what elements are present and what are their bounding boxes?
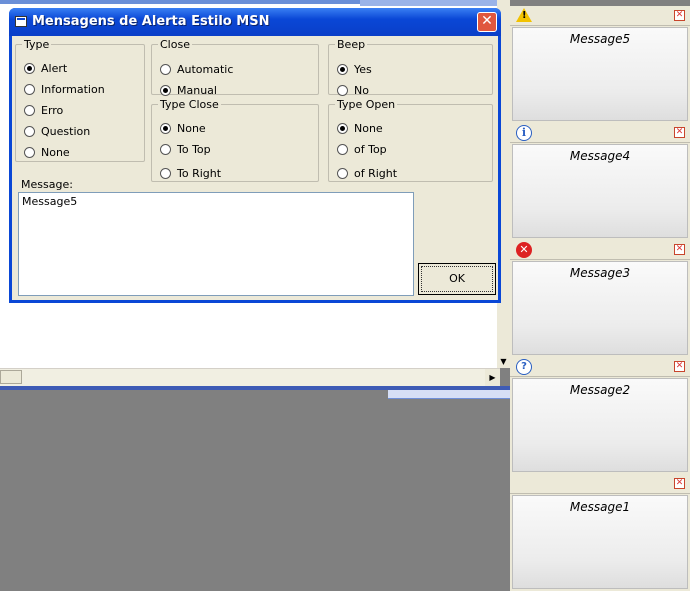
ok-button-label: OK — [421, 266, 493, 292]
type-option-information[interactable]: Information — [24, 82, 105, 98]
type-option-erro[interactable]: Erro — [24, 103, 63, 119]
beep-option-yes[interactable]: Yes — [337, 62, 372, 78]
close-icon[interactable]: ✕ — [477, 12, 497, 32]
radio-button-checked[interactable] — [160, 122, 171, 134]
background-toolbar-strip — [360, 0, 510, 6]
close-option-manual[interactable]: Manual — [160, 83, 217, 99]
dialog-titlebar[interactable]: Mensagens de Alerta Estilo MSN ✕ — [9, 8, 501, 36]
type-open-option-of-top[interactable]: of Top — [337, 142, 387, 158]
notification-popup[interactable]: ✕ ✕ Message3 — [510, 240, 690, 357]
radio-button[interactable] — [24, 104, 35, 116]
dialog-title: Mensagens de Alerta Estilo MSN — [32, 14, 270, 29]
beep-group-legend: Beep — [337, 38, 366, 51]
close-icon[interactable]: ✕ — [674, 10, 685, 21]
type-option-alert[interactable]: Alert — [24, 61, 67, 77]
notification-message: Message2 — [512, 378, 688, 472]
warning-icon — [516, 8, 532, 24]
question-icon: ? — [516, 359, 532, 375]
scroll-right-arrow-icon[interactable]: ▶ — [485, 369, 500, 386]
type-close-option-none[interactable]: None — [160, 121, 206, 137]
type-close-option-to-right[interactable]: To Right — [160, 166, 221, 182]
type-option-none[interactable]: None — [24, 145, 70, 161]
radio-button[interactable] — [160, 167, 171, 179]
notification-message: Message5 — [512, 27, 688, 121]
radio-button[interactable] — [24, 125, 35, 137]
beep-option-no[interactable]: No — [337, 83, 369, 99]
type-group: Type Alert Information Erro Question Non… — [15, 38, 145, 162]
notification-popup[interactable]: ✕ Message1 — [510, 474, 690, 591]
info-icon: i — [516, 125, 532, 141]
notification-popup[interactable]: ? ✕ Message2 — [510, 357, 690, 474]
type-close-option-to-top[interactable]: To Top — [160, 142, 211, 158]
radio-button[interactable] — [337, 167, 348, 179]
scroll-down-arrow-icon[interactable]: ▼ — [497, 355, 510, 368]
error-icon: ✕ — [516, 242, 532, 258]
radio-button-checked[interactable] — [337, 122, 348, 134]
close-icon[interactable]: ✕ — [674, 361, 685, 372]
type-close-group: Type Close None To Top To Right — [151, 98, 319, 182]
notification-header — [510, 123, 690, 143]
type-option-question[interactable]: Question — [24, 124, 90, 140]
type-group-legend: Type — [24, 38, 50, 51]
type-open-option-none[interactable]: None — [337, 121, 383, 137]
notification-popup[interactable]: i ✕ Message4 — [510, 123, 690, 240]
notification-header — [510, 357, 690, 377]
ok-button[interactable]: OK — [418, 263, 496, 295]
close-option-automatic[interactable]: Automatic — [160, 62, 233, 78]
message-textarea[interactable]: Message5 — [18, 192, 414, 296]
radio-button-checked[interactable] — [160, 84, 171, 96]
radio-button-checked[interactable] — [24, 62, 35, 74]
type-close-group-legend: Type Close — [160, 98, 219, 111]
type-open-group: Type Open None of Top of Right — [328, 98, 493, 182]
radio-button[interactable] — [160, 143, 171, 155]
radio-button[interactable] — [160, 63, 171, 75]
close-icon[interactable]: ✕ — [674, 478, 685, 489]
background-window-tab — [388, 390, 510, 399]
notification-header — [510, 240, 690, 260]
scrollbar-thumb[interactable] — [0, 370, 22, 384]
notification-header — [510, 6, 690, 26]
notification-message: Message4 — [512, 144, 688, 238]
type-open-group-legend: Type Open — [337, 98, 396, 111]
notification-message: Message1 — [512, 495, 688, 589]
horizontal-scrollbar[interactable]: ▶ — [0, 368, 500, 386]
notification-popup[interactable]: ✕ Message5 — [510, 6, 690, 123]
radio-button[interactable] — [337, 84, 348, 96]
type-open-option-of-right[interactable]: of Right — [337, 166, 397, 182]
close-group-legend: Close — [160, 38, 190, 51]
radio-button[interactable] — [337, 143, 348, 155]
close-icon[interactable]: ✕ — [674, 244, 685, 255]
notification-header — [510, 474, 690, 494]
message-label: Message: — [21, 178, 73, 191]
close-group: Close Automatic Manual — [151, 38, 319, 97]
notification-message: Message3 — [512, 261, 688, 355]
radio-button[interactable] — [24, 146, 35, 158]
radio-button-checked[interactable] — [337, 63, 348, 75]
alert-settings-dialog: Mensagens de Alerta Estilo MSN ✕ Type Al… — [9, 8, 501, 303]
beep-group: Beep Yes No — [328, 38, 493, 97]
close-icon[interactable]: ✕ — [674, 127, 685, 138]
window-icon — [15, 16, 27, 27]
radio-button[interactable] — [24, 83, 35, 95]
